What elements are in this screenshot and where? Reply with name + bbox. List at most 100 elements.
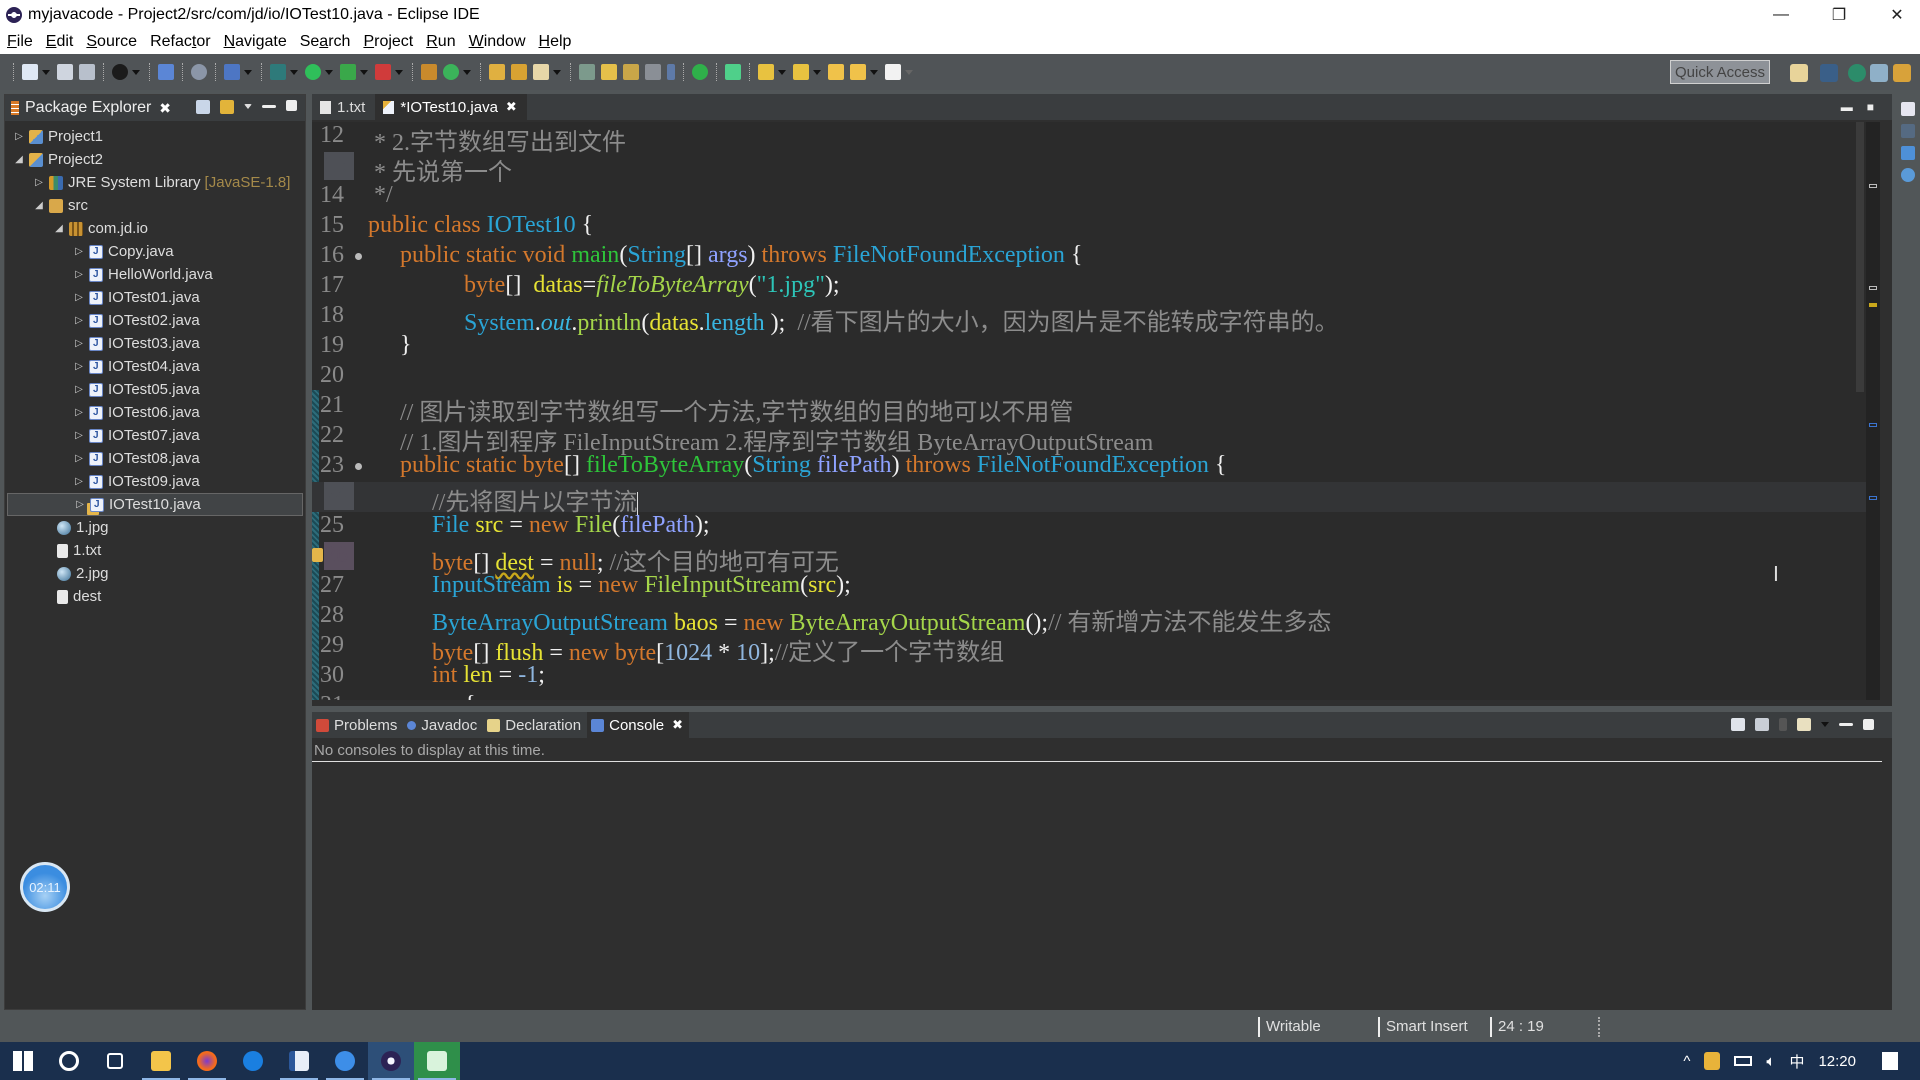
- team-perspective-icon[interactable]: [1893, 64, 1911, 82]
- menu-file[interactable]: File: [7, 33, 33, 51]
- tree-item-java-file[interactable]: ▷ Copy.java: [5, 240, 305, 263]
- previous-annotation-dropdown-icon[interactable]: [813, 69, 821, 75]
- expand-icon[interactable]: ▷: [73, 338, 85, 349]
- taskbar-feishu[interactable]: [322, 1042, 368, 1080]
- tree-item-src[interactable]: ◢ src: [5, 194, 305, 217]
- globe-icon[interactable]: [692, 64, 708, 80]
- coverage-icon[interactable]: [340, 64, 356, 80]
- taskbar-music-app[interactable]: [414, 1042, 460, 1080]
- status-cursor-position[interactable]: 24 : 19: [1490, 1017, 1544, 1037]
- new-class-dropdown-icon[interactable]: [463, 69, 471, 75]
- show-hidden-icons-icon[interactable]: ^: [1683, 1053, 1690, 1070]
- external-tools-dropdown-icon[interactable]: [395, 69, 403, 75]
- java-perspective-icon[interactable]: [1820, 64, 1838, 82]
- last-edit-location-icon[interactable]: [828, 64, 844, 80]
- expand-icon[interactable]: ▷: [73, 246, 85, 257]
- overview-mark[interactable]: [1869, 423, 1877, 427]
- run-icon[interactable]: [305, 64, 321, 80]
- new-java-package-icon[interactable]: [421, 64, 437, 80]
- menu-search[interactable]: Search: [300, 33, 351, 51]
- tree-item-java-file[interactable]: ▷ IOTest07.java: [5, 424, 305, 447]
- toggle-word-wrap-icon[interactable]: [623, 64, 639, 80]
- minimize-panel-icon[interactable]: [1839, 723, 1853, 726]
- tab-javadoc[interactable]: Javadoc: [403, 712, 483, 738]
- terminal-icon[interactable]: [158, 64, 174, 80]
- fold-icon[interactable]: [355, 463, 362, 470]
- new-dropdown-icon[interactable]: [42, 69, 50, 75]
- next-annotation-dropdown-icon[interactable]: [778, 69, 786, 75]
- outline-tree-icon[interactable]: [1901, 146, 1915, 160]
- open-type-icon[interactable]: [489, 64, 505, 80]
- menu-run[interactable]: Run: [426, 33, 455, 51]
- minimize-button[interactable]: —: [1758, 0, 1804, 30]
- collapse-icon[interactable]: ◢: [53, 223, 65, 234]
- recording-timer-badge[interactable]: 02:11: [20, 862, 70, 912]
- tree-item-project2[interactable]: ◢ Project2: [5, 148, 305, 171]
- tree-item-file[interactable]: 1.jpg: [5, 516, 305, 539]
- search-dropdown-icon[interactable]: [553, 69, 561, 75]
- menu-edit[interactable]: Edit: [46, 33, 74, 51]
- expand-icon[interactable]: ▷: [13, 131, 25, 142]
- search-brush-icon[interactable]: [533, 64, 549, 80]
- close-window-button[interactable]: ✕: [1874, 0, 1920, 30]
- overview-ruler[interactable]: [1866, 122, 1880, 700]
- expand-icon[interactable]: ▷: [74, 499, 86, 510]
- task-view-button[interactable]: [92, 1042, 138, 1080]
- debug-dropdown-icon[interactable]: [244, 69, 252, 75]
- forward-dropdown-icon[interactable]: [905, 69, 913, 75]
- overview-warning-mark[interactable]: [1869, 303, 1877, 307]
- menu-window[interactable]: Window: [469, 33, 526, 51]
- save-icon[interactable]: [57, 64, 73, 80]
- tab-problems[interactable]: Problems: [312, 712, 403, 738]
- tree-item-file[interactable]: dest: [5, 585, 305, 608]
- pin-console-icon[interactable]: [1731, 718, 1745, 731]
- new-java-class-icon[interactable]: [443, 64, 459, 80]
- console-dropdown-icon[interactable]: [1779, 718, 1787, 731]
- tree-item-java-file[interactable]: ▷ IOTest09.java: [5, 470, 305, 493]
- taskbar-eclipse[interactable]: [368, 1042, 414, 1080]
- debug-perspective-icon[interactable]: [1848, 64, 1866, 82]
- view-menu-icon[interactable]: [244, 104, 252, 109]
- menu-navigate[interactable]: Navigate: [224, 33, 287, 51]
- cortana-button[interactable]: [46, 1042, 92, 1080]
- save-all-icon[interactable]: [79, 64, 95, 80]
- qq-icon[interactable]: [1704, 1052, 1721, 1070]
- quick-access-input[interactable]: Quick Access: [1670, 60, 1770, 84]
- restore-button[interactable]: ❐: [1816, 0, 1862, 30]
- menu-project[interactable]: Project: [363, 33, 413, 51]
- outline-view-icon[interactable]: [1901, 102, 1915, 116]
- taskbar-edge[interactable]: [230, 1042, 276, 1080]
- expand-icon[interactable]: ▷: [73, 292, 85, 303]
- tree-item-java-file[interactable]: ▷ IOTest08.java: [5, 447, 305, 470]
- link-with-editor-icon[interactable]: [220, 100, 234, 114]
- help-icon[interactable]: [1901, 168, 1915, 182]
- expand-icon[interactable]: ▷: [73, 269, 85, 280]
- volume-icon[interactable]: 🔈︎: [1766, 1053, 1775, 1070]
- maximize-view-icon[interactable]: [286, 100, 297, 111]
- external-tools-icon[interactable]: [375, 64, 391, 80]
- server-icon[interactable]: [725, 64, 741, 80]
- tree-item-java-file[interactable]: ▷ IOTest05.java: [5, 378, 305, 401]
- open-console-icon[interactable]: [1797, 718, 1811, 731]
- taskbar-file-explorer[interactable]: [138, 1042, 184, 1080]
- menu-help[interactable]: Help: [539, 33, 572, 51]
- tree-item-file[interactable]: 2.jpg: [5, 562, 305, 585]
- ime-indicator[interactable]: 中: [1789, 1051, 1804, 1072]
- tree-item-java-file[interactable]: ▷ HelloWorld.java: [5, 263, 305, 286]
- taskbar-word[interactable]: [276, 1042, 322, 1080]
- profile-dropdown-icon[interactable]: [132, 69, 140, 75]
- tree-item-java-file[interactable]: ▷ IOTest03.java: [5, 332, 305, 355]
- editor-vertical-scrollbar[interactable]: [1856, 122, 1864, 392]
- open-task-icon[interactable]: [511, 64, 527, 80]
- warning-marker-icon[interactable]: [312, 548, 323, 562]
- collapse-all-icon[interactable]: [196, 100, 210, 114]
- tree-item-java-file[interactable]: ▷ IOTest04.java: [5, 355, 305, 378]
- minimize-editor-icon[interactable]: ▬: [1841, 100, 1853, 114]
- close-tab-icon[interactable]: ✖: [506, 99, 517, 115]
- block-selection-icon[interactable]: [645, 64, 661, 80]
- overview-mark[interactable]: [1869, 184, 1877, 188]
- next-annotation-icon[interactable]: [758, 64, 774, 80]
- expand-icon[interactable]: ▷: [73, 453, 85, 464]
- code-editor[interactable]: 12 * 2.字节数组写出到文件 13 * 先说第一个 14 */ 15 public …: [312, 122, 1880, 700]
- expand-icon[interactable]: ▷: [73, 361, 85, 372]
